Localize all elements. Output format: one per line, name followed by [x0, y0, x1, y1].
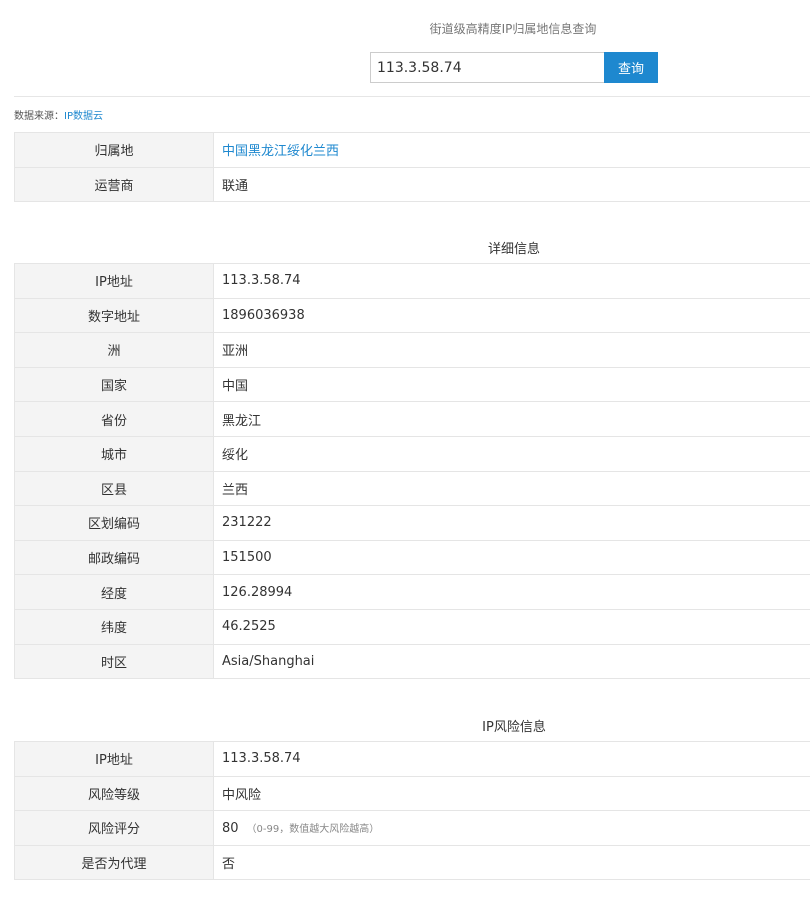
- row-value: 联通: [213, 166, 810, 203]
- row-value: 否: [213, 844, 810, 881]
- table-row: 区划编码 231222: [14, 505, 810, 541]
- table-row: 国家 中国: [14, 366, 810, 403]
- row-label: IP地址: [14, 263, 214, 299]
- row-value: 151500: [213, 539, 810, 576]
- row-value: 126.28994: [213, 574, 810, 610]
- row-label: 区划编码: [14, 505, 214, 541]
- row-value: 绥化: [213, 435, 810, 472]
- row-value: 1896036938: [213, 297, 810, 334]
- row-label: 数字地址: [14, 297, 214, 334]
- row-value: 113.3.58.74: [213, 741, 810, 777]
- row-value: 46.2525: [213, 608, 810, 645]
- table-row: IP地址 113.3.58.74: [14, 263, 810, 299]
- row-label: 运营商: [14, 166, 214, 203]
- row-value: 兰西: [213, 470, 810, 507]
- table-row: 洲亚洲: [14, 332, 810, 368]
- row-label: 纬度: [14, 608, 214, 645]
- detail-section-title: 详细信息: [487, 242, 540, 257]
- table-row: 邮政编码 151500: [14, 539, 810, 576]
- table-row: 数字地址 1896036938: [14, 297, 810, 334]
- data-source-link[interactable]: IP数据云: [64, 111, 103, 122]
- table-row: 城市 绥化: [14, 435, 810, 472]
- risk-score-cell: 80 （0-99，数值越大风险越高）: [213, 810, 810, 846]
- row-value: 亚洲: [213, 332, 810, 368]
- row-label: IP地址: [14, 741, 214, 777]
- row-value: 231222: [213, 505, 810, 541]
- row-label: 洲: [14, 332, 214, 368]
- row-label: 经度: [14, 574, 214, 610]
- row-label: 邮政编码: [14, 539, 214, 576]
- table-row: 纬度 46.2525: [14, 608, 810, 645]
- table-row: 时区 Asia/Shanghai: [14, 643, 810, 680]
- table-row: 省份 黑龙江: [14, 401, 810, 437]
- row-value: 中风险: [213, 775, 810, 812]
- row-label: 区县: [14, 470, 214, 507]
- row-label: 省份: [14, 401, 214, 437]
- ip-search-input[interactable]: [370, 52, 604, 83]
- row-label: 风险等级: [14, 775, 214, 812]
- table-row: 运营商 联通: [14, 166, 810, 203]
- table-row: 风险评分 80 （0-99，数值越大风险越高）: [14, 810, 810, 846]
- table-row: 归属地 中国黑龙江绥化兰西: [14, 132, 810, 168]
- table-row: 区县 兰西: [14, 470, 810, 507]
- table-row: IP地址 113.3.58.74: [14, 741, 810, 777]
- risk-score-hint: （0-99，数值越大风险越高）: [246, 823, 380, 835]
- table-row: 是否为代理否: [14, 844, 810, 881]
- query-button[interactable]: 查询: [604, 52, 658, 83]
- risk-table: IP地址 113.3.58.74 风险等级 中风险 风险评分 80 （0-99，数值越…: [14, 741, 810, 881]
- row-value: 中国: [213, 366, 810, 403]
- location-link[interactable]: 中国黑龙江绥化兰西: [213, 132, 810, 168]
- row-value: 黑龙江: [213, 401, 810, 437]
- data-source-label: 数据来源：: [14, 111, 64, 122]
- search-bar: 查询: [370, 52, 658, 83]
- row-label: 归属地: [14, 132, 214, 168]
- detail-table: IP地址 113.3.58.74 数字地址 1896036938 洲亚洲 国家 中国 …: [14, 263, 810, 680]
- row-value: Asia/Shanghai: [213, 643, 810, 680]
- summary-table: 归属地 中国黑龙江绥化兰西 运营商 联通: [14, 132, 810, 203]
- divider: [14, 96, 810, 97]
- table-row: 经度 126.28994: [14, 574, 810, 610]
- row-label: 城市: [14, 435, 214, 472]
- table-row: 风险等级 中风险: [14, 775, 810, 812]
- risk-score-value: 80: [222, 820, 239, 836]
- row-label: 风险评分: [14, 810, 214, 846]
- row-label: 国家: [14, 366, 214, 403]
- row-label: 是否为代理: [14, 844, 214, 881]
- row-value: 113.3.58.74: [213, 263, 810, 299]
- row-label: 时区: [14, 643, 214, 680]
- risk-section-title: IP风险信息: [482, 720, 546, 735]
- data-source: 数据来源：IP数据云: [14, 107, 103, 122]
- page-title: 街道级高精度IP归属地信息查询: [429, 22, 597, 36]
